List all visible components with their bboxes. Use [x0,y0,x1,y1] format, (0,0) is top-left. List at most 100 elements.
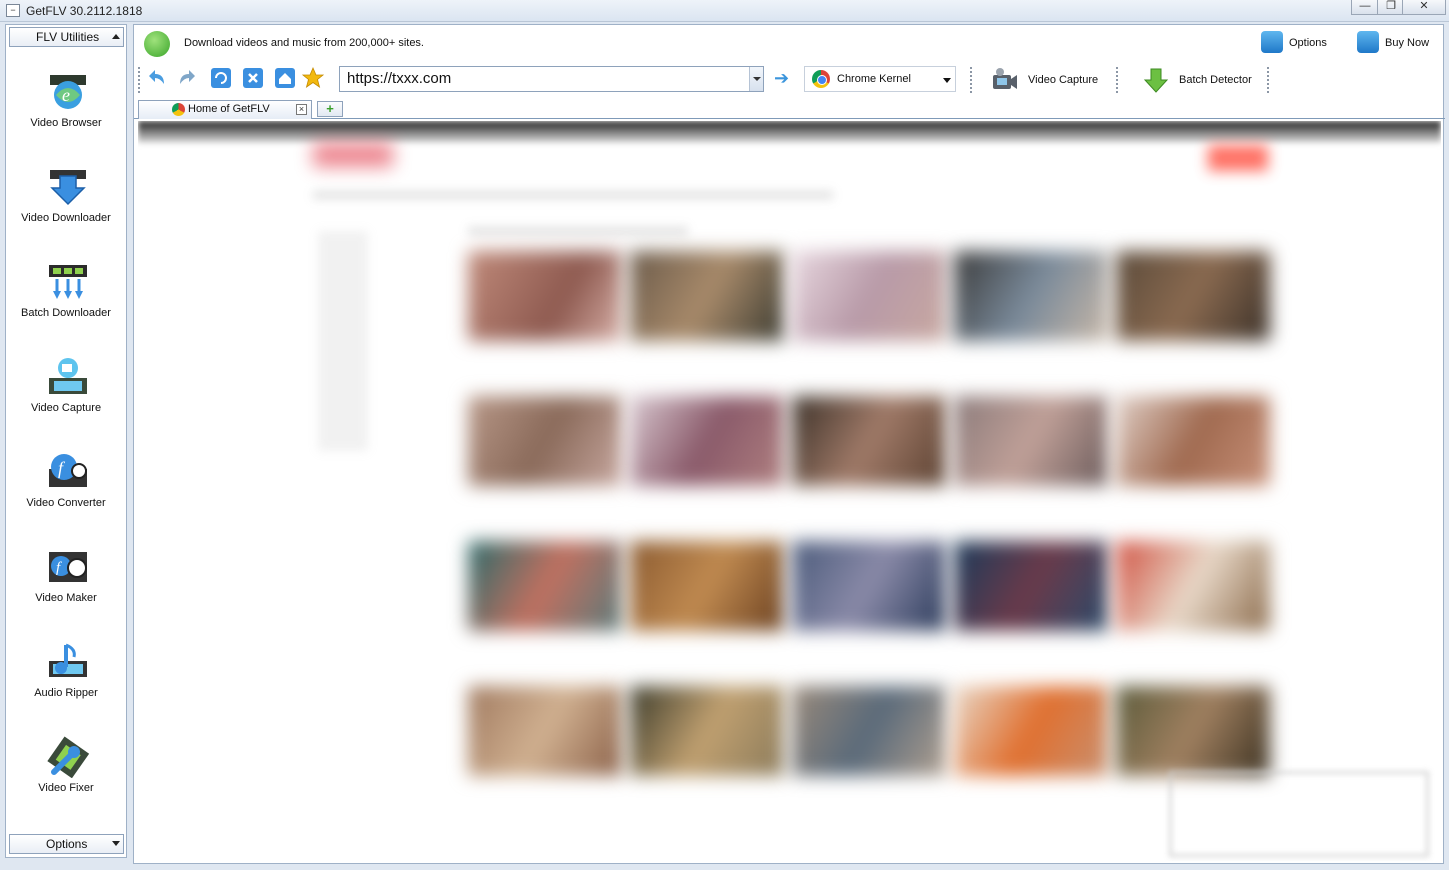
options-combo-label: Options [46,837,88,851]
chat-bubble-icon [144,31,170,57]
toolbar-separator [1267,67,1269,93]
gear-icon [1261,31,1283,53]
close-tab-icon[interactable]: × [296,104,307,115]
web-content-blurred[interactable] [138,121,1441,861]
tab-home-of-getflv[interactable]: Home of GetFLV × [138,100,312,119]
minimize-button[interactable]: — [1351,0,1379,15]
toolbar-separator [970,67,972,93]
home-icon[interactable] [274,67,296,89]
film-reel-icon: f [49,552,87,582]
navigation-toolbar: https://txxx.com ➔ Chrome Kernel Video C… [134,63,1445,97]
sidebar-item-label: Video Fixer [38,782,94,794]
sidebar-item-label: Video Browser [30,117,102,129]
film-arrows-icon [49,265,87,299]
site-logo-blurred [313,143,393,167]
page-shadow [138,121,1441,143]
system-menu-icon[interactable]: − [6,4,20,17]
buy-now-button[interactable]: Buy Now [1357,31,1437,55]
chevron-down-icon [943,78,951,83]
toolbar-separator [1116,67,1118,93]
go-arrow-icon[interactable]: ➔ [774,69,796,89]
options-button[interactable]: Options [1261,31,1331,55]
flv-utilities-combo[interactable]: FLV Utilities [9,27,124,47]
globe-film-icon: e [50,75,86,109]
video-thumbnail [630,396,784,486]
svg-text:e: e [62,85,70,105]
site-button-blurred [1208,145,1268,171]
green-download-icon [1143,68,1169,93]
kernel-select[interactable]: Chrome Kernel [804,66,956,92]
sidebar-item-label: Video Capture [30,402,102,414]
stop-icon[interactable] [242,67,264,89]
video-capture-button[interactable]: Video Capture [991,65,1106,95]
batch-detector-button[interactable]: Batch Detector [1142,65,1262,95]
tab-strip: Home of GetFLV × + [134,99,1445,119]
sidebar-item-video-capture[interactable]: Video Capture [6,350,126,440]
sidebar-item-video-fixer[interactable]: Video Fixer [6,730,126,820]
wrench-film-icon [47,736,90,778]
chrome-favicon-icon [172,103,185,116]
video-thumbnail [1116,686,1270,776]
utilities-sidebar: FLV Utilities e Video Browser Video Down… [5,24,127,858]
batch-detector-label: Batch Detector [1179,74,1252,86]
flv-utilities-label: FLV Utilities [36,30,100,44]
video-thumbnail [954,251,1108,341]
sidebar-item-video-downloader[interactable]: Video Downloader [6,160,126,250]
sidebar-item-label: Batch Downloader [21,307,111,319]
video-thumbnail [468,251,622,341]
video-thumbnail [792,686,946,776]
expand-arrow-icon [112,841,120,846]
video-thumbnail [792,541,946,631]
forward-icon[interactable] [177,67,199,89]
restore-button[interactable]: ❐ [1377,0,1405,15]
video-thumbnail [630,251,784,341]
url-text: https://txxx.com [347,70,452,87]
notice-text: Download videos and music from 200,000+ … [184,37,424,49]
site-sidebar-blurred [318,231,368,451]
options-combo[interactable]: Options [9,834,124,854]
video-thumbnail [954,396,1108,486]
video-thumbnail [1116,251,1270,341]
video-thumbnail [1116,541,1270,631]
favorite-star-icon[interactable] [302,67,324,89]
buy-now-label: Buy Now [1385,37,1430,49]
toolbar-grip[interactable] [138,67,140,93]
video-thumbnail [792,396,946,486]
sidebar-item-label: Video Downloader [21,212,111,224]
close-button[interactable]: ✕ [1402,0,1446,15]
sidebar-item-video-browser[interactable]: e Video Browser [6,65,126,155]
camera-film-icon [49,358,87,394]
title-bar: − GetFLV 30.2112.1818 — ❐ ✕ [0,0,1449,22]
video-thumbnail [1116,396,1270,486]
tab-label: Home of GetFLV [188,103,270,115]
converter-icon: f [49,454,87,487]
video-thumbnail [954,541,1108,631]
video-thumbnail [468,686,622,776]
kernel-value: Chrome Kernel [837,73,911,85]
browser-area: Download videos and music from 200,000+ … [133,24,1445,864]
sidebar-item-batch-downloader[interactable]: Batch Downloader [6,255,126,345]
collapse-arrow-icon [112,34,120,39]
options-label: Options [1289,37,1327,49]
download-arrow-icon [50,170,86,206]
video-thumbnail [468,541,622,631]
video-thumbnail [792,251,946,341]
refresh-icon[interactable] [210,67,232,89]
sidebar-item-audio-ripper[interactable]: Audio Ripper [6,635,126,725]
video-capture-label: Video Capture [1028,74,1099,86]
sidebar-item-video-converter[interactable]: f Video Converter [6,445,126,535]
url-dropdown-button[interactable] [749,67,763,91]
video-camera-icon [993,68,1017,89]
video-thumbnail [630,686,784,776]
site-nav-blurred [313,191,833,199]
sidebar-item-label: Video Converter [26,497,106,509]
sidebar-item-label: Audio Ripper [34,687,98,699]
back-icon[interactable] [145,67,167,89]
video-thumbnail [630,541,784,631]
sidebar-item-video-maker[interactable]: f Video Maker [6,540,126,630]
new-tab-button[interactable]: + [317,101,343,117]
window-title: GetFLV 30.2112.1818 [26,4,143,18]
section-title-blurred [468,227,688,235]
url-input[interactable]: https://txxx.com [339,66,764,92]
overlay-panel-blurred [1169,771,1429,857]
